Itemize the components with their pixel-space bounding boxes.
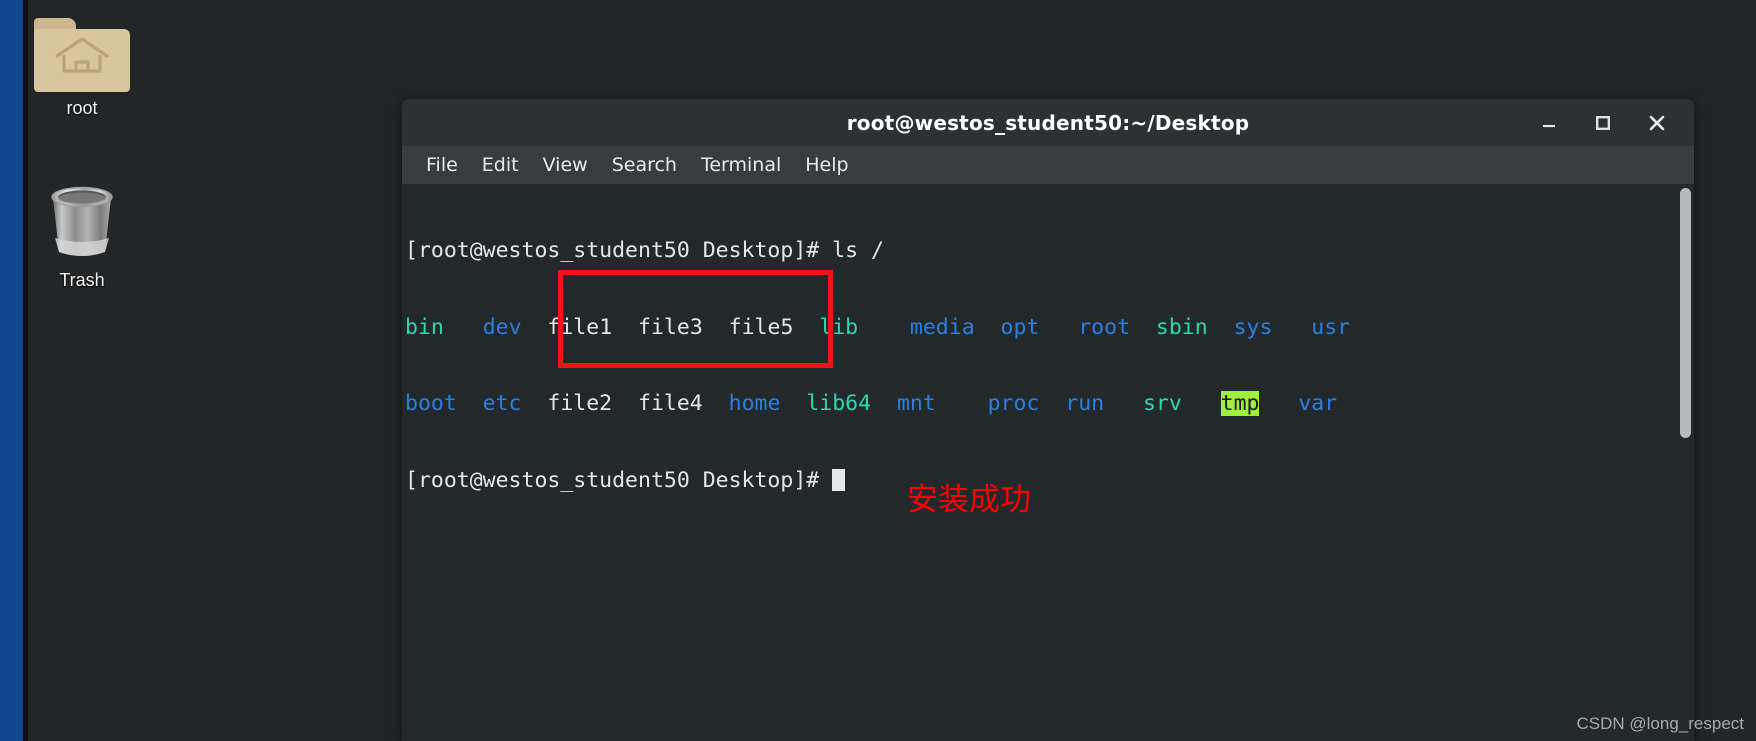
ls-entry-opt: opt (1000, 314, 1040, 340)
ls-entry-sys: sys (1233, 314, 1273, 340)
menu-item-view[interactable]: View (533, 151, 598, 179)
menu-item-help[interactable]: Help (795, 151, 858, 179)
close-icon (1649, 115, 1665, 130)
shell-command: ls / (832, 238, 884, 263)
terminal-line-command: [root@westos_student50 Desktop]# ls / (405, 238, 1350, 264)
minimize-icon (1543, 124, 1555, 127)
ls-entry-lib: lib (819, 314, 859, 340)
menu-item-search[interactable]: Search (602, 151, 687, 179)
terminal-scrollbar-track[interactable] (1676, 184, 1694, 741)
terminal-window-title: root@westos_student50:~/Desktop (846, 110, 1250, 135)
close-button[interactable] (1640, 106, 1674, 140)
ls-entry-lib64: lib64 (806, 391, 872, 416)
annotation-label-success: 安装成功 (907, 482, 1031, 518)
ls-entry-file2: file2 (547, 391, 613, 416)
trash-can-icon (43, 180, 121, 264)
home-folder-icon (34, 18, 130, 92)
ls-entry-home: home (728, 391, 781, 416)
terminal-text-content: [root@westos_student50 Desktop]# ls / bi… (405, 187, 1350, 544)
screen: root Trash root@westos_student50:~/Deskt… (0, 0, 1756, 741)
ls-entry-tmp: tmp (1220, 391, 1260, 416)
desktop-icon-trash[interactable]: Trash (22, 180, 142, 291)
ls-entry-proc: proc (987, 391, 1040, 416)
ls-entry-run: run (1065, 391, 1105, 416)
terminal-menubar: File Edit View Search Terminal Help (402, 146, 1694, 184)
terminal-line-prompt-2: [root@westos_student50 Desktop]# (405, 468, 1350, 494)
desktop-left-accent-strip (0, 0, 23, 741)
menu-item-file[interactable]: File (416, 151, 468, 179)
ls-entry-etc: etc (482, 391, 522, 416)
watermark-text: CSDN @long_respect (1576, 714, 1745, 733)
ls-entry-media: media (909, 314, 975, 340)
ls-entry-srv: srv (1142, 391, 1182, 416)
ls-entry-file5: file5 (728, 314, 794, 340)
maximize-button[interactable] (1586, 106, 1620, 140)
ls-entry-file4: file4 (638, 391, 703, 416)
ls-entry-bin: bin (405, 314, 444, 340)
terminal-titlebar[interactable]: root@westos_student50:~/Desktop (402, 99, 1694, 146)
desktop-icon-trash-label: Trash (59, 270, 105, 290)
shell-prompt-2: [root@westos_student50 Desktop]# (405, 467, 833, 493)
terminal-cursor (832, 468, 846, 491)
desktop-icon-root[interactable]: root (22, 18, 142, 119)
ls-entry-usr: usr (1311, 314, 1351, 340)
ls-entry-sbin: sbin (1155, 314, 1208, 340)
maximize-icon (1596, 115, 1610, 130)
terminal-line-listing-row2: boot etc file2 file4 home lib64 mnt proc… (405, 391, 1350, 417)
shell-prompt-1: [root@westos_student50 Desktop]# (405, 238, 833, 263)
terminal-line-listing-row1: bin dev file1 file3 file5 lib media opt … (405, 315, 1350, 341)
ls-entry-root: root (1078, 314, 1131, 340)
ls-entry-dev: dev (482, 314, 522, 340)
terminal-scrollbar-thumb[interactable] (1680, 188, 1691, 438)
ls-entry-mnt: mnt (896, 391, 936, 416)
desktop-icon-root-label: root (66, 98, 98, 118)
terminal-output-area[interactable]: [root@westos_student50 Desktop]# ls / bi… (402, 184, 1694, 741)
menu-item-edit[interactable]: Edit (472, 151, 529, 179)
menu-item-terminal[interactable]: Terminal (691, 151, 791, 179)
terminal-window[interactable]: root@westos_student50:~/Desktop File Edi… (402, 99, 1694, 741)
ls-entry-file3: file3 (638, 314, 703, 340)
house-glyph-icon (55, 37, 109, 74)
ls-entry-var: var (1298, 391, 1338, 416)
ls-entry-boot: boot (405, 391, 457, 416)
minimize-button[interactable] (1532, 106, 1566, 140)
ls-entry-file1: file1 (547, 314, 613, 340)
window-controls (1532, 99, 1688, 146)
